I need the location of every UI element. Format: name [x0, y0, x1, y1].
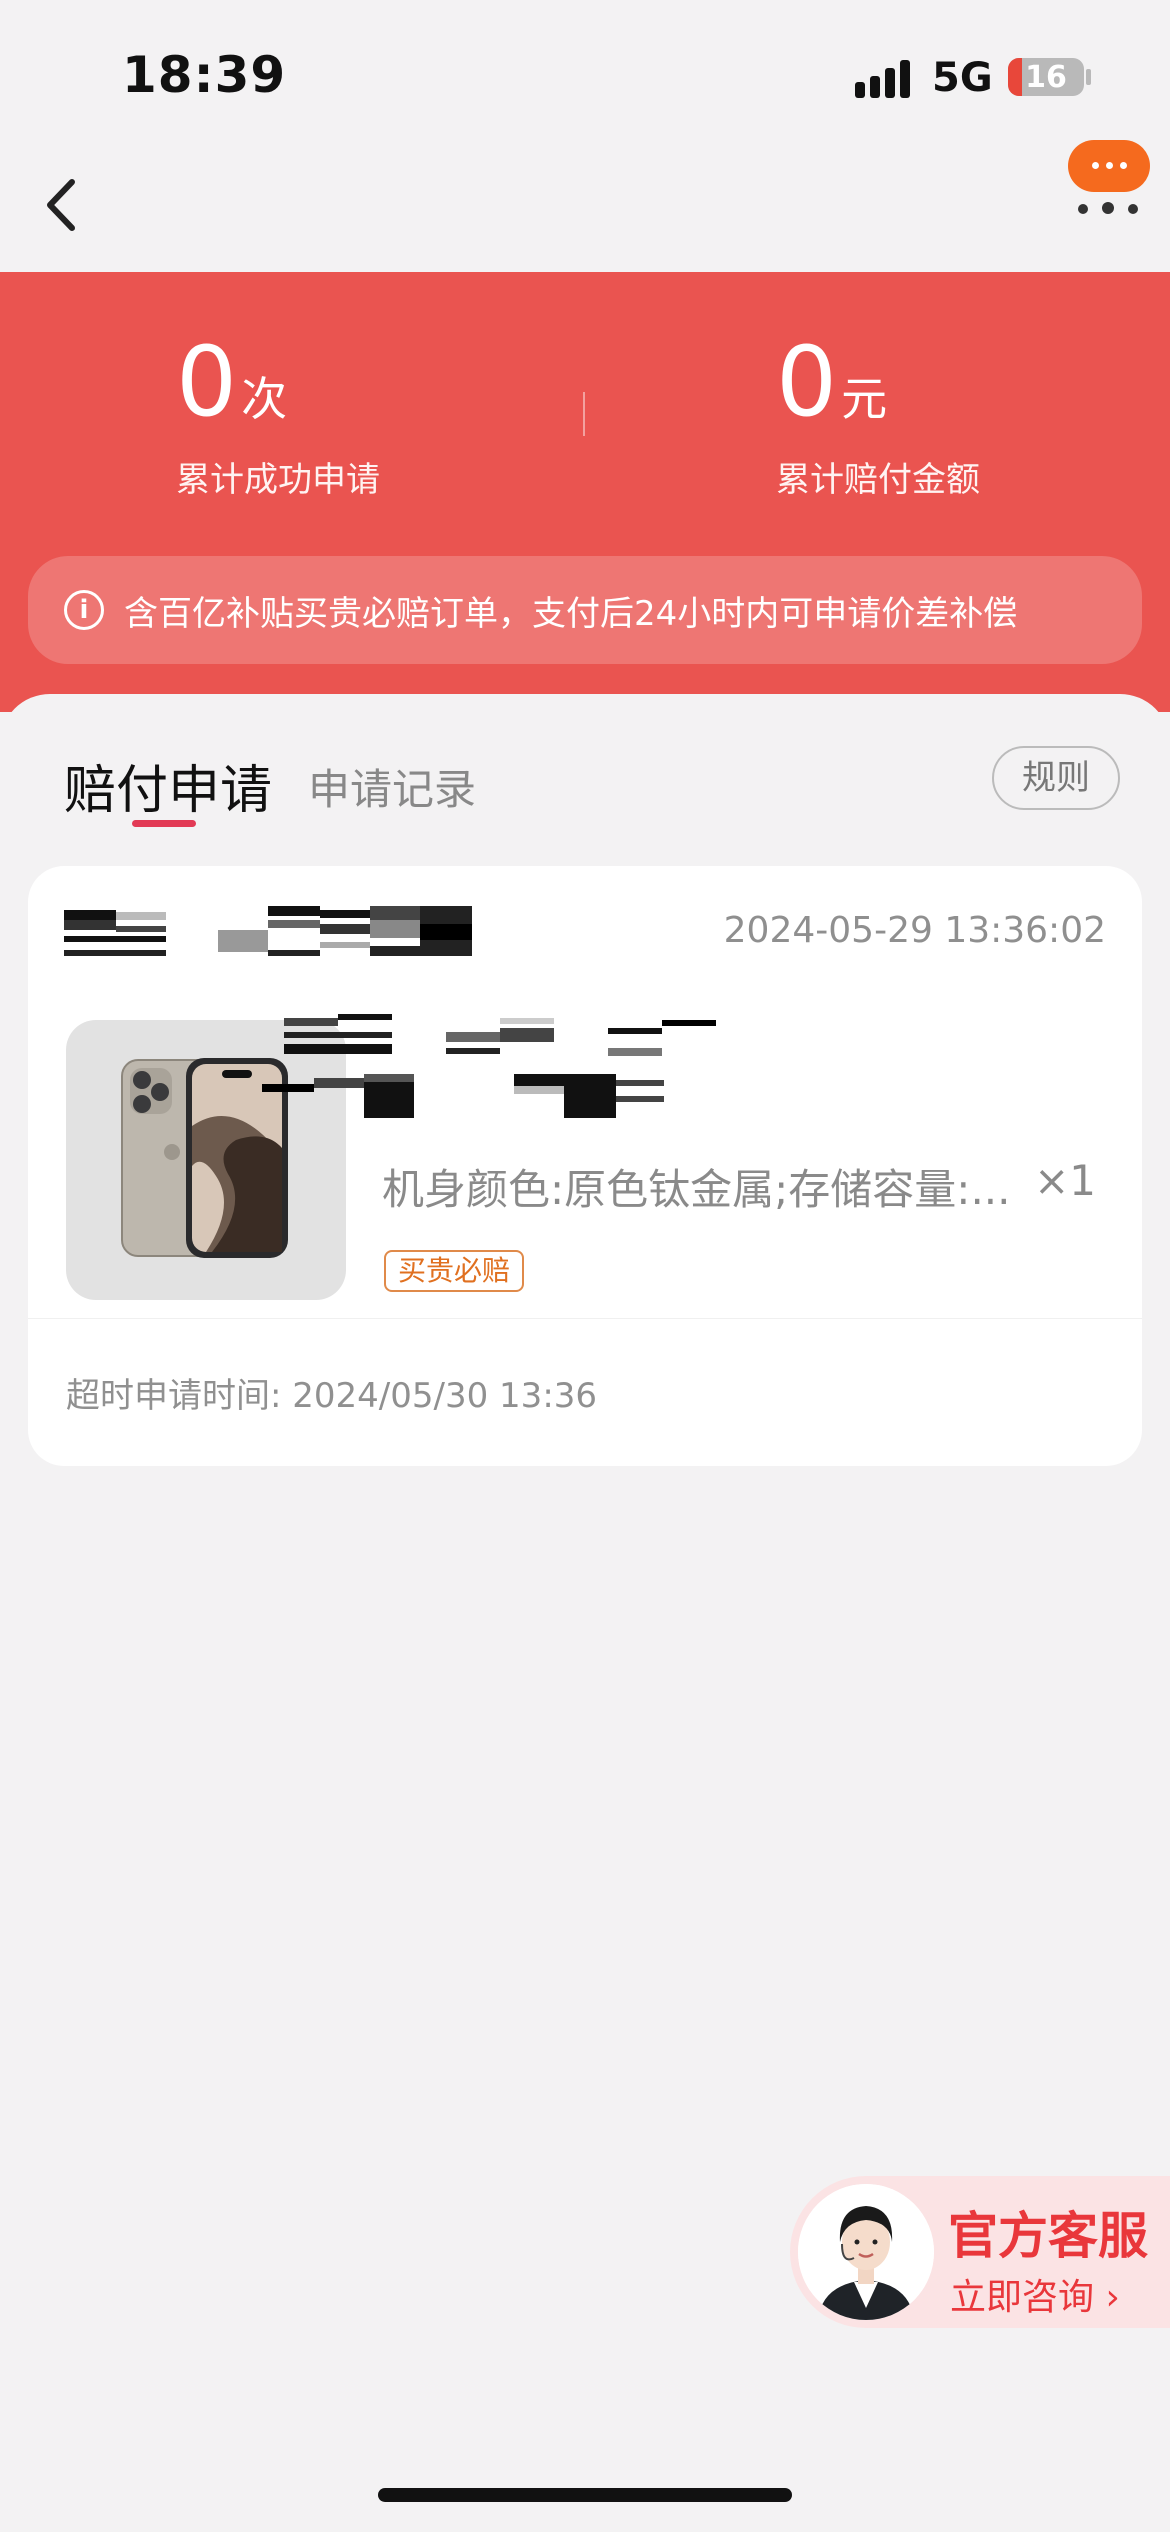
redacted-shop-name — [64, 906, 474, 958]
deadline-label: 超时申请时间: — [66, 1376, 282, 1416]
deadline-value: 2024/05/30 13:36 — [292, 1376, 598, 1416]
stat-value: 0 — [776, 326, 838, 438]
status-time: 18:39 — [122, 46, 287, 104]
rules-button[interactable]: 规则 — [992, 746, 1120, 810]
chevron-right-icon: › — [1105, 2277, 1120, 2318]
chevron-left-icon — [47, 179, 75, 231]
deadline-text: 超时申请时间: 2024/05/30 13:36 — [66, 1368, 597, 1417]
app-screen: 18:39 5G 16 0次 累计成功申请 0元 累计赔付金额 i 含百亿补贴买… — [0, 0, 1170, 2532]
notice-text: 含百亿补贴买贵必赔订单，支付后24小时内可申请价差补偿 — [124, 594, 1018, 634]
tab-bar: 赔付申请 申请记录 规则 — [0, 694, 1170, 827]
stat-label: 累计成功申请 — [176, 460, 380, 500]
status-bar: 18:39 5G 16 — [0, 0, 1170, 150]
battery-level: 16 — [1025, 60, 1067, 95]
stat-label: 累计赔付金额 — [776, 460, 980, 500]
consult-now-label: 立即咨询 — [950, 2277, 1095, 2318]
product-spec: 机身颜色:原色钛金属;存储容量:... — [382, 1165, 1011, 1214]
network-type: 5G — [932, 55, 993, 101]
more-button[interactable] — [1064, 140, 1152, 220]
divider — [583, 392, 585, 436]
back-button[interactable] — [30, 170, 100, 240]
agent-avatar — [798, 2184, 934, 2320]
info-circle-icon: i — [64, 590, 104, 630]
customer-service-title: 官方客服 — [948, 2207, 1148, 2265]
more-dots-icon — [1068, 140, 1150, 192]
home-indicator — [378, 2488, 792, 2502]
stat-success-count: 0次 累计成功申请 — [176, 334, 380, 501]
agent-avatar-icon — [798, 2184, 934, 2320]
order-time: 2024-05-29 13:36:02 — [723, 910, 1106, 951]
stat-value: 0 — [176, 326, 238, 438]
tab-claim-application[interactable]: 赔付申请 — [64, 748, 272, 823]
stats-header: 0次 累计成功申请 0元 累计赔付金额 i 含百亿补贴买贵必赔订单，支付后24小… — [0, 272, 1170, 712]
product-quantity: ×1 — [1034, 1156, 1096, 1205]
battery-icon: 16 — [1008, 58, 1084, 96]
tab-application-records[interactable]: 申请记录 — [308, 756, 476, 817]
stat-payout-amount: 0元 累计赔付金额 — [776, 334, 980, 501]
customer-service-button[interactable]: 官方客服 立即咨询 › — [790, 2176, 1170, 2328]
consult-now-link: 立即咨询 › — [950, 2268, 1120, 2320]
price-guarantee-badge: 买贵必赔 — [384, 1250, 525, 1292]
stat-unit: 次 — [241, 372, 288, 426]
signal-icon — [855, 58, 915, 98]
notice-banner: i 含百亿补贴买贵必赔订单，支付后24小时内可申请价差补偿 — [28, 556, 1142, 664]
tab-active-indicator — [132, 820, 196, 827]
order-card[interactable]: 2024-05-29 13:36:02 机身颜色:原色钛金属;存储容量:... … — [28, 866, 1142, 1466]
divider — [28, 1318, 1142, 1319]
redacted-product-title — [240, 1014, 1120, 1124]
stat-unit: 元 — [841, 372, 888, 426]
